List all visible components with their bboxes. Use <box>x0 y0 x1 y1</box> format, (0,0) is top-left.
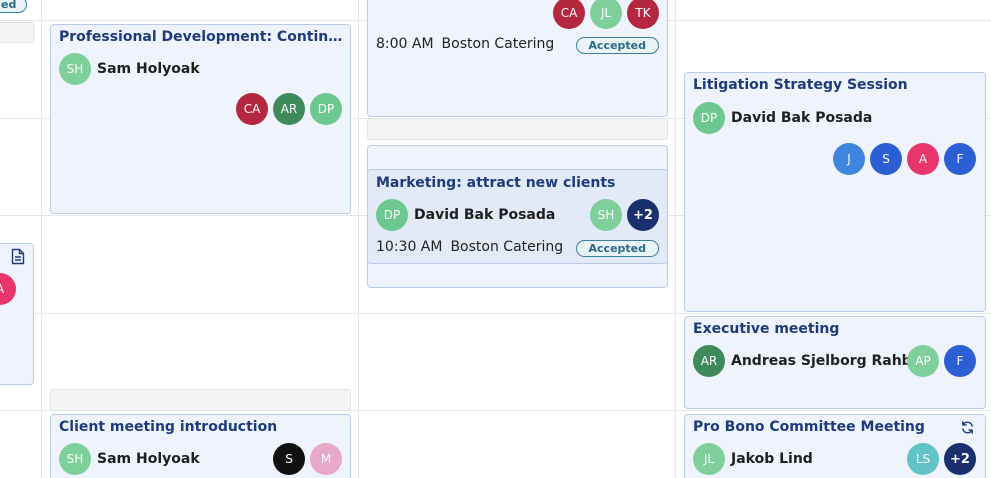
organizer: DP David Bak Posada <box>693 102 872 134</box>
organizer-name: Andreas Sjelborg Rahbek <box>731 353 931 369</box>
event-card-professional-development[interactable]: Professional Development: Continuing Leg… <box>50 24 351 214</box>
organizer: SH Sam Holyoak <box>59 53 200 85</box>
organizer-name: David Bak Posada <box>414 207 556 223</box>
event-title: Marketing: attract new clients <box>376 175 616 191</box>
avatar: DP <box>376 199 408 231</box>
event-meta: 10:30 AM Boston Catering <box>376 239 563 255</box>
grid-line-v <box>358 0 359 478</box>
avatar: SH <box>59 53 91 85</box>
avatar: AR <box>693 345 725 377</box>
organizer-name: Jakob Lind <box>731 451 813 467</box>
organizer: JL Jakob Lind <box>693 443 813 475</box>
organizer: AR Andreas Sjelborg Rahbek <box>693 345 931 377</box>
avatar: CA <box>236 93 268 125</box>
slot-placeholder[interactable] <box>50 389 351 411</box>
attendee-list: AP F <box>907 345 976 377</box>
organizer: DP David Bak Posada <box>376 199 555 231</box>
avatar: DP <box>693 102 725 134</box>
slot-placeholder[interactable] <box>0 22 34 43</box>
grid-line-v <box>41 0 42 478</box>
recurring-icon <box>962 420 973 435</box>
event-title: Professional Development: Continuing Leg… <box>59 29 347 45</box>
attendee-list: SH +2 <box>590 199 659 231</box>
event-card-marketing-outer[interactable]: Marketing: attract new clients DP David … <box>367 145 668 288</box>
avatar: S <box>870 143 902 175</box>
avatar: DP <box>310 93 342 125</box>
event-location: Boston Catering <box>450 239 564 255</box>
event-card-litigation[interactable]: Litigation Strategy Session DP David Bak… <box>684 72 986 312</box>
avatar: JL <box>693 443 725 475</box>
event-card-pro-bono[interactable]: Pro Bono Committee Meeting JL Jakob Lind… <box>684 414 986 478</box>
avatar: J <box>833 143 865 175</box>
status-badge: Accepted <box>575 37 659 54</box>
document-icon <box>11 248 25 265</box>
attendee-list: CA AR DP <box>236 93 342 125</box>
attendee-list: J S A F <box>833 143 976 175</box>
avatar: A <box>0 273 16 305</box>
avatar: AR <box>273 93 305 125</box>
grid-line-h <box>0 313 991 314</box>
avatar: SH <box>590 199 622 231</box>
slot-placeholder[interactable] <box>367 118 668 140</box>
event-time: 8:00 AM <box>376 36 434 52</box>
avatar: LS <box>907 443 939 475</box>
event-card-catering[interactable]: CA JL TK 8:00 AM Boston Catering Accepte… <box>367 0 668 117</box>
event-meta: 8:00 AM Boston Catering <box>376 36 554 52</box>
event-card-partial[interactable]: A <box>0 243 34 385</box>
organizer: SH Sam Holyoak <box>59 443 200 475</box>
event-title: Client meeting introduction <box>59 419 278 435</box>
event-location: Boston Catering <box>441 36 555 52</box>
avatar: CA <box>553 0 585 29</box>
avatar: S <box>273 443 305 475</box>
organizer-name: Sam Holyoak <box>97 61 200 77</box>
avatar: M <box>310 443 342 475</box>
attendee-list: CA JL TK <box>553 0 659 29</box>
status-badge: Accepted <box>575 240 659 257</box>
event-title: Litigation Strategy Session <box>693 77 908 93</box>
avatar: SH <box>59 443 91 475</box>
attendee-list: LS +2 <box>907 443 976 475</box>
event-time: 10:30 AM <box>376 239 443 255</box>
avatar: TK <box>627 0 659 29</box>
avatar: A <box>907 143 939 175</box>
avatar: AP <box>907 345 939 377</box>
organizer-name: Sam Holyoak <box>97 451 200 467</box>
organizer-name: David Bak Posada <box>731 110 873 126</box>
avatar: F <box>944 143 976 175</box>
avatar: F <box>944 345 976 377</box>
event-title: Executive meeting <box>693 321 840 337</box>
event-card-executive[interactable]: Executive meeting AR Andreas Sjelborg Ra… <box>684 316 986 409</box>
event-card-client-meeting[interactable]: Client meeting introduction SH Sam Holyo… <box>50 414 351 478</box>
grid-line-v <box>675 0 676 478</box>
event-card-marketing[interactable]: Marketing: attract new clients DP David … <box>368 169 667 264</box>
event-title: Pro Bono Committee Meeting <box>693 419 925 435</box>
avatar-overflow[interactable]: +2 <box>944 443 976 475</box>
attendee-list: S M <box>273 443 342 475</box>
status-badge: ed <box>0 0 28 13</box>
avatar-overflow[interactable]: +2 <box>627 199 659 231</box>
avatar: JL <box>590 0 622 29</box>
